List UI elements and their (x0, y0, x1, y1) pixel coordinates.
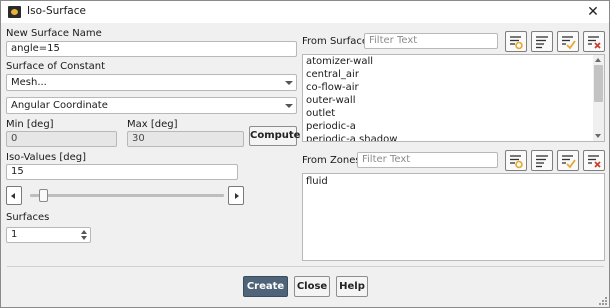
min-value-field: 0 (6, 131, 117, 147)
from-surface-deselect-all-button[interactable] (583, 31, 605, 52)
from-zones-list[interactable]: fluid (302, 173, 605, 261)
surface-of-constant-quantity-value: Angular Coordinate (11, 100, 108, 111)
iso-surface-dialog: Iso-Surface ✕ New Surface Name angle=15 … (0, 0, 610, 308)
list-item[interactable]: fluid (306, 176, 328, 187)
slider-right-arrow-icon[interactable] (228, 186, 244, 205)
new-surface-name-input[interactable]: angle=15 (6, 41, 297, 57)
slider-left-arrow-icon[interactable] (6, 186, 22, 205)
surfaces-label: Surfaces (6, 212, 50, 223)
resize-grip-icon[interactable] (599, 297, 607, 305)
sort-list-icon (536, 155, 548, 168)
surfaces-value: 1 (11, 229, 18, 240)
list-item[interactable]: atomizer-wall (306, 56, 373, 67)
increment-arrow-icon[interactable] (81, 230, 87, 234)
new-surface-name-label: New Surface Name (6, 28, 102, 39)
surfaces-stepper[interactable]: 1 (6, 227, 91, 243)
list-item[interactable]: central_air (306, 69, 359, 80)
window-title: Iso-Surface (27, 5, 86, 17)
deselect-all-icon (588, 36, 601, 49)
from-surface-scrollbar[interactable] (593, 55, 604, 141)
list-item[interactable]: periodic-a (306, 121, 356, 132)
scroll-thumb[interactable] (594, 65, 603, 102)
surface-of-constant-quantity-dropdown[interactable]: Angular Coordinate (6, 97, 297, 114)
from-zones-label: From Zones (302, 155, 361, 166)
surface-of-constant-label: Surface of Constant (6, 61, 106, 72)
chevron-down-icon (285, 104, 293, 108)
chevron-down-icon (285, 81, 293, 85)
help-button[interactable]: Help (336, 276, 368, 297)
from-surface-label: From Surface (302, 36, 369, 47)
decrement-arrow-icon[interactable] (81, 236, 87, 240)
fluent-app-icon (8, 6, 21, 18)
from-zones-filter-input[interactable]: Filter Text (357, 152, 498, 168)
footer-divider (7, 266, 604, 267)
create-button[interactable]: Create (243, 276, 288, 297)
list-item[interactable]: co-flow-air (306, 82, 359, 93)
title-bar: Iso-Surface ✕ (1, 1, 609, 23)
iso-values-label: Iso-Values [deg] (6, 152, 86, 163)
list-item[interactable]: periodic-a shadow (306, 134, 397, 141)
close-button[interactable]: Close (294, 276, 330, 297)
from-surface-list[interactable]: atomizer-wall central_air co-flow-air ou… (302, 54, 605, 142)
from-surface-select-all-button[interactable] (557, 31, 579, 52)
from-surface-filter-input[interactable]: Filter Text (364, 33, 498, 49)
close-icon[interactable]: ✕ (584, 3, 602, 21)
list-item[interactable]: outlet (306, 108, 335, 119)
deselect-all-icon (588, 155, 601, 168)
select-all-icon (562, 155, 576, 169)
surface-of-constant-category-dropdown[interactable]: Mesh... (6, 74, 297, 91)
slider-track[interactable] (30, 194, 224, 197)
iso-values-input[interactable]: 15 (6, 164, 238, 180)
sort-list-icon (536, 36, 548, 49)
from-zones-select-all-button[interactable] (557, 150, 579, 171)
slider-thumb[interactable] (39, 189, 49, 202)
min-label: Min [deg] (6, 119, 54, 130)
compute-button[interactable]: Compute (249, 126, 300, 146)
from-surface-filter-options-button[interactable] (505, 31, 527, 52)
list-item[interactable]: outer-wall (306, 95, 355, 106)
max-label: Max [deg] (127, 119, 178, 130)
filter-options-icon (510, 36, 523, 50)
from-surface-sort-button[interactable] (531, 31, 553, 52)
select-all-icon (562, 36, 576, 50)
scroll-down-arrow-icon[interactable] (595, 134, 601, 138)
from-zones-sort-button[interactable] (531, 150, 553, 171)
from-zones-filter-options-button[interactable] (505, 150, 527, 171)
surface-of-constant-category-value: Mesh... (11, 77, 47, 88)
scroll-up-arrow-icon[interactable] (595, 58, 601, 62)
from-zones-deselect-all-button[interactable] (583, 150, 605, 171)
max-value-field: 30 (127, 131, 244, 147)
filter-options-icon (510, 155, 523, 169)
iso-value-slider[interactable] (6, 186, 247, 205)
